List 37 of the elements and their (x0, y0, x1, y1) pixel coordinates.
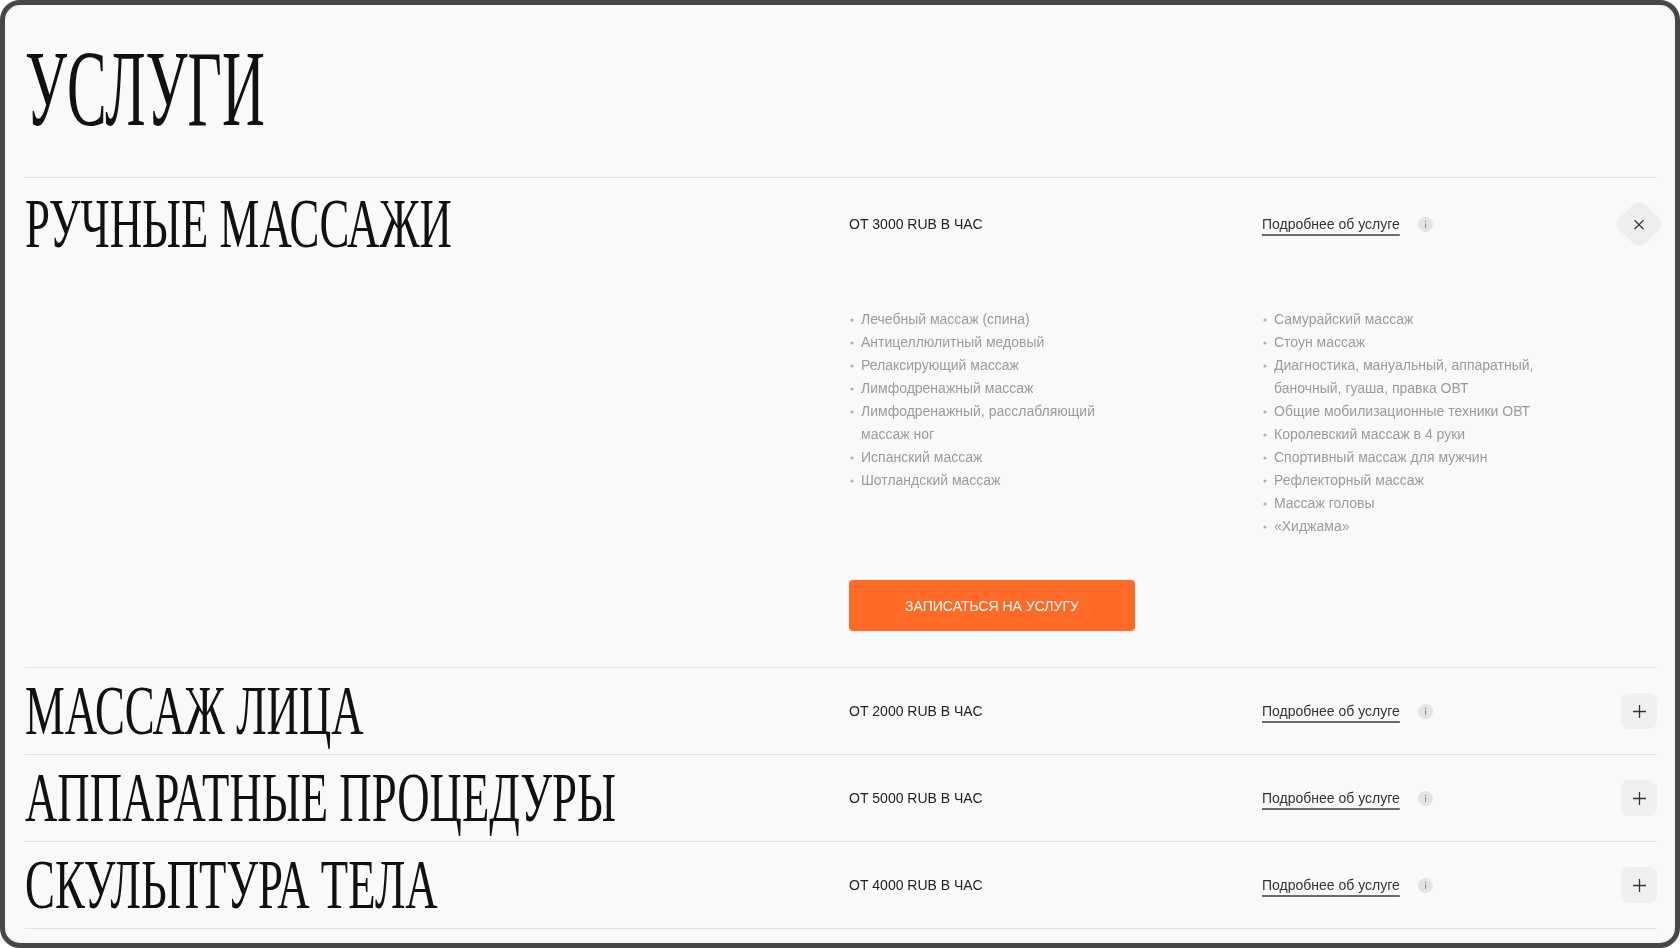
service-item: Рефлекторный массаж (1274, 471, 1424, 490)
service-item: «Хиджама» (1274, 517, 1350, 536)
service-name: СКУЛЬПТУРА ТЕЛА (25, 850, 438, 920)
service-item: Общие мобилизационные техники ОВТ (1274, 402, 1531, 421)
price-text: ОТ 2000 RUB В ЧАС (849, 703, 983, 719)
page-title: УСЛУГИ (25, 35, 265, 143)
service-item: Диагностика, мануальный, аппаратный, баночный, гуаша, правка ОВТ (1274, 356, 1535, 398)
service-item: Стоун массаж (1274, 333, 1366, 352)
service-item: Самурайский массаж (1274, 310, 1414, 329)
details-link[interactable]: Подробнее об услуге (1262, 790, 1400, 806)
price-text: ОТ 5000 RUB В ЧАС (849, 790, 983, 806)
service-item: Шотландский массаж (861, 471, 1001, 490)
expand-button[interactable] (1621, 867, 1657, 903)
price-text: ОТ 3000 RUB В ЧАС (849, 216, 983, 232)
plus-icon (1632, 704, 1646, 718)
service-item: Релаксирующий массаж (861, 356, 1019, 375)
service-item: Испанский массаж (861, 448, 983, 467)
service-item: Лимфодренажный, расслабляющий массаж ног (861, 402, 1096, 444)
info-icon (1417, 216, 1433, 232)
expand-button[interactable] (1621, 693, 1657, 729)
plus-icon (1632, 791, 1646, 805)
info-icon (1417, 703, 1433, 719)
service-item: Королевский массаж в 4 руки (1274, 425, 1466, 444)
details-link[interactable]: Подробнее об услуге (1262, 216, 1400, 232)
service-item: Антицеллюлитный медовый (861, 333, 1045, 352)
service-item: Лимфодренажный массаж (861, 379, 1034, 398)
service-item: Лечебный массаж (спина) (861, 310, 1030, 329)
info-icon (1417, 877, 1433, 893)
price-text: ОТ 4000 RUB В ЧАС (849, 877, 983, 893)
plus-icon (1632, 878, 1646, 892)
expand-button[interactable] (1621, 780, 1657, 816)
service-item: Спортивный массаж для мужчин (1274, 448, 1488, 467)
service-item: Массаж головы (1274, 494, 1375, 513)
info-icon (1417, 790, 1433, 806)
service-name: РУЧНЫЕ МАССАЖИ (25, 189, 452, 259)
details-link[interactable]: Подробнее об услуге (1262, 703, 1400, 719)
details-link[interactable]: Подробнее об услуге (1262, 877, 1400, 893)
